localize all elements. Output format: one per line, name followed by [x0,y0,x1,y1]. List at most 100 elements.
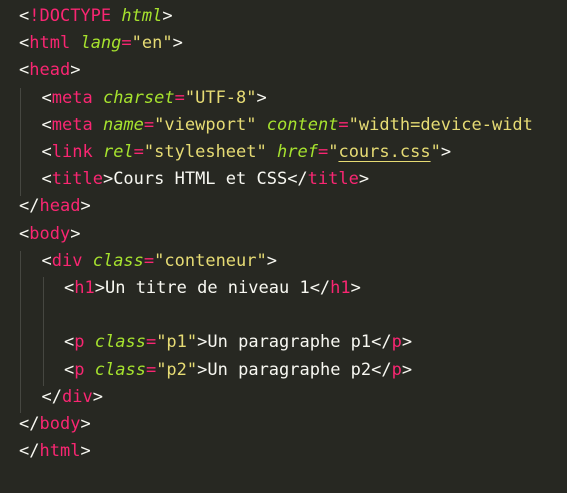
code-token-bracket: > [172,33,183,54]
code-token-str: " [328,142,339,162]
code-token-tag: h1 [74,278,95,298]
code-token-bracket: < [41,114,52,135]
code-line[interactable]: <body> [19,221,80,248]
code-token-tag: body [29,223,71,244]
code-token-attr: class [94,332,146,353]
code-line[interactable]: <meta charset="UTF-8"> [42,85,267,112]
code-token-str: "en" [131,33,173,54]
code-line[interactable]: <h1>Un titre de niveau 1</h1> [64,275,361,302]
code-line[interactable]: </html> [19,438,91,465]
code-token-bracket: < [64,359,75,380]
code-token-attr: content [266,114,339,135]
code-token-bracket: > [401,359,413,380]
code-token-bracket: > [401,332,413,353]
code-token-bracket: > [102,169,114,190]
code-token-bracket: > [92,386,103,407]
code-token-eq: = [317,142,329,162]
code-token-attr: class [92,250,144,271]
code-token-bracket: > [197,332,208,353]
code-line[interactable]: <p class="p1">Un paragraphe p1</p> [64,329,412,356]
code-token-str: "stylesheet" [143,142,267,162]
code-line[interactable]: </div> [42,384,103,411]
code-token-bracket: </ [19,196,40,217]
code-token-tag: p [391,332,402,353]
code-token-bracket: < [19,60,30,81]
code-token-bracket: </ [287,169,308,190]
code-token-bracket: > [440,142,452,162]
code-token-attr: href [277,142,318,162]
code-token-tag: title [51,169,103,190]
code-token-text: Un titre de niveau 1 [104,278,310,298]
code-token-eq: = [121,33,132,54]
code-line[interactable]: <!DOCTYPE html> [19,3,173,30]
indent-guide-head [20,88,21,196]
code-token-eq: = [174,87,185,108]
code-token-bracket: < [41,250,52,271]
code-token-bracket: < [64,332,75,353]
code-token-bracket: < [41,142,52,162]
code-token-tag: h1 [330,278,351,298]
code-token-tag: title [307,169,359,190]
code-token-bracket: < [19,6,30,26]
code-token-bracket: > [350,278,361,298]
code-token-bracket: > [80,414,91,434]
code-token-tag: html [39,441,81,462]
code-token-bracket: </ [19,441,40,462]
code-token-attr: name [102,114,144,135]
code-token-tag: meta [51,114,93,135]
code-token-attr: rel [102,142,134,162]
code-line[interactable]: </head> [19,193,91,220]
code-token-eq: = [338,114,349,135]
code-token-tag: head [29,60,71,81]
code-token-bracket: < [64,278,75,298]
code-token-bracket: </ [41,386,62,407]
code-line[interactable]: <link rel="stylesheet" href="cours.css"> [42,139,452,166]
code-token-tag: html [29,33,71,54]
code-line[interactable]: <p class="p2">Un paragraphe p2</p> [64,357,412,384]
code-token-eq: = [145,359,157,380]
code-token-bracket: </ [19,414,40,434]
code-token-bracket: > [80,196,91,217]
code-line[interactable]: </body> [19,411,91,438]
indent-guide-body [20,251,21,413]
code-line[interactable]: <div class="conteneur"> [42,248,278,275]
code-token-bracket: > [266,250,277,271]
code-line[interactable]: <meta name="viewport" content="width=dev… [42,112,533,139]
code-token-bracket: < [19,33,30,54]
code-token-tag: p [74,359,85,380]
code-token-bracket: > [256,87,267,108]
code-token-text: Cours HTML et CSS [113,169,288,190]
code-token-bracket: > [358,169,370,190]
code-token-eq: = [145,332,157,353]
code-token-eq: = [133,142,144,162]
code-token-bracket: > [197,359,208,380]
code-token-bracket: > [70,223,81,244]
code-editor[interactable]: <!DOCTYPE html> <html lang="en"> <head> <me… [0,0,567,493]
code-token-tag: p [391,359,402,380]
code-line[interactable]: <html lang="en"> [19,30,183,57]
code-line[interactable]: <title>Cours HTML et CSS</title> [42,166,370,193]
code-token-bracket: </ [371,332,392,353]
code-token-str: "p1" [156,332,198,353]
code-token-str: " [430,142,441,162]
code-token-str: "conteneur" [154,250,267,271]
code-token-tag: p [74,332,85,353]
code-token-tag: head [39,196,81,217]
code-token-bracket: > [80,441,91,462]
code-token-eq: = [143,114,155,135]
code-token-bracket: </ [371,359,392,380]
code-line[interactable]: <head> [19,57,80,84]
code-token-bracket: < [19,223,30,244]
code-token-str: "p2" [156,359,198,380]
code-token-tag: link [51,142,93,162]
code-token-tag: div [51,250,83,271]
code-token-str-link: cours.css [338,142,431,162]
code-token-tag: div [61,386,93,407]
code-token-attr: class [94,359,146,380]
